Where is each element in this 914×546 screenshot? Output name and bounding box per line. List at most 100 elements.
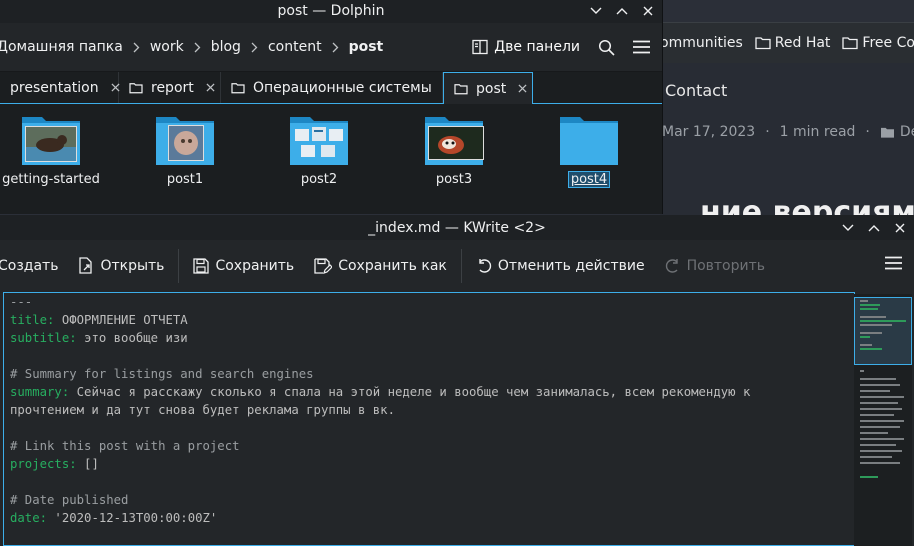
minimap-line	[860, 408, 902, 410]
folder-icon	[231, 82, 245, 94]
kwrite-toolbar: Создать Открыть Сохранить Сохранить как …	[0, 240, 914, 292]
redo-button[interactable]: Повторить	[665, 258, 765, 274]
bookmark-label: ommunities	[660, 35, 743, 51]
folder-icon	[755, 37, 771, 50]
yaml-key: subtitle:	[10, 331, 77, 345]
close-button[interactable]	[892, 220, 908, 236]
minimap-line	[860, 316, 886, 318]
search-icon	[598, 39, 615, 56]
bookmark-communities[interactable]: ommunities	[660, 35, 743, 51]
cat-photo-icon	[168, 125, 204, 161]
code-line: # Summary for listings and search engine…	[4, 365, 854, 383]
close-button[interactable]	[640, 3, 656, 19]
breadcrumb-blog[interactable]: blog	[211, 39, 241, 55]
minimap-line	[860, 450, 902, 452]
menu-button[interactable]	[633, 40, 650, 54]
folder-item[interactable]: post3	[387, 106, 521, 187]
yaml-value: Сейчас я расскажу сколько я спала на это…	[69, 385, 751, 399]
minimap-line	[860, 384, 900, 386]
yaml-value: ОФОРМЛЕНИЕ ОТЧЕТА	[54, 313, 188, 327]
maximize-button[interactable]	[614, 3, 630, 19]
text-editor[interactable]: --- title: ОФОРМЛЕНИЕ ОТЧЕТА subtitle: э…	[3, 292, 855, 546]
nav-link-contact[interactable]: Contact	[665, 81, 727, 100]
folder-icon	[560, 113, 618, 165]
search-button[interactable]	[598, 39, 615, 56]
new-button[interactable]: Создать	[0, 258, 58, 274]
undo-label: Отменить действие	[497, 257, 645, 274]
tab-label: post	[476, 80, 507, 97]
tab-report[interactable]: report	[119, 72, 221, 103]
tab-bar: presentation report Операционные системы…	[0, 72, 662, 104]
save-label: Сохранить	[215, 257, 295, 274]
open-label: Открыть	[100, 257, 165, 274]
title-bar[interactable]: _index.md — KWrite <2>	[0, 215, 914, 240]
save-button[interactable]: Сохранить	[193, 258, 294, 274]
folder-item[interactable]: post4	[522, 106, 656, 188]
folder-icon	[425, 113, 484, 165]
post-meta: Mar 17, 2023 · 1 min read · Dem	[662, 124, 914, 140]
file-name: post3	[435, 172, 473, 187]
minimap-line	[860, 324, 892, 326]
breadcrumb-home[interactable]: Домашняя папка	[0, 39, 123, 55]
folder-item[interactable]: getting-started	[0, 106, 118, 187]
minimap-line	[860, 396, 904, 398]
breadcrumb-work[interactable]: work	[150, 39, 184, 55]
minimap-line	[860, 344, 872, 346]
chevron-down-icon	[590, 7, 602, 14]
folder-icon	[156, 113, 214, 165]
open-button[interactable]: Открыть	[78, 257, 164, 274]
folder-item[interactable]: post2	[252, 106, 386, 187]
tab-label: presentation	[10, 79, 99, 96]
editor-area: --- title: ОФОРМЛЕНИЕ ОТЧЕТА subtitle: э…	[0, 291, 914, 546]
tab-post[interactable]: post	[443, 72, 533, 104]
windows-screenshot-icon	[295, 127, 343, 157]
maximize-button[interactable]	[866, 220, 882, 236]
tab-presentation[interactable]: presentation	[0, 72, 120, 103]
minimize-button[interactable]	[588, 3, 604, 19]
save-as-label: Сохранить как	[338, 257, 447, 274]
hamburger-icon	[633, 40, 650, 54]
save-as-button[interactable]: Сохранить как	[314, 258, 447, 274]
minimap-line	[860, 378, 896, 380]
tab-operating-systems[interactable]: Операционные системы	[221, 72, 453, 103]
minimap-line	[860, 426, 900, 428]
undo-button[interactable]: Отменить действие	[476, 258, 645, 274]
close-icon[interactable]	[518, 84, 527, 93]
post-category[interactable]: Dem	[900, 124, 914, 140]
breadcrumb-post[interactable]: post	[349, 39, 384, 55]
bookmark-free-content[interactable]: Free Conte	[842, 35, 914, 51]
yaml-comment: # Date published	[10, 493, 129, 507]
folder-item[interactable]: post1	[118, 106, 252, 187]
bookmarks-bar: ommunities Red Hat Free Conte	[660, 22, 914, 64]
menu-button[interactable]	[885, 256, 902, 274]
chevron-up-icon	[868, 225, 880, 232]
yaml-comment: # Link this post with a project	[10, 439, 240, 453]
minimap-line	[860, 462, 900, 464]
minimize-button[interactable]	[840, 220, 856, 236]
close-icon[interactable]	[206, 83, 215, 92]
title-bar[interactable]: post — Dolphin	[0, 0, 662, 23]
minimap-line	[860, 304, 880, 306]
otter-photo-icon	[25, 126, 77, 162]
split-view-button[interactable]: Две панели	[472, 39, 580, 55]
minimap-line	[860, 432, 888, 434]
close-icon	[643, 6, 653, 16]
bookmark-redhat[interactable]: Red Hat	[755, 35, 830, 51]
minimap-line	[860, 456, 892, 458]
new-label: Создать	[0, 257, 59, 274]
close-icon	[895, 223, 905, 233]
redo-icon	[665, 258, 678, 273]
toolbar-separator	[460, 248, 462, 283]
code-line: date: '2020-12-13T00:00:00Z'	[4, 509, 854, 527]
yaml-value: прочтением и да тут снова будет реклама …	[10, 403, 395, 417]
folder-icon	[22, 113, 80, 165]
yaml-key: date:	[10, 511, 48, 525]
dolphin-window: post — Dolphin Домашняя папка work blog …	[0, 0, 663, 214]
minimap-scrollbar[interactable]	[854, 294, 912, 546]
breadcrumb-content[interactable]: content	[268, 39, 322, 55]
minimap-line	[860, 414, 894, 416]
code-line: # Date published	[4, 491, 854, 509]
redo-label: Повторить	[686, 257, 766, 274]
